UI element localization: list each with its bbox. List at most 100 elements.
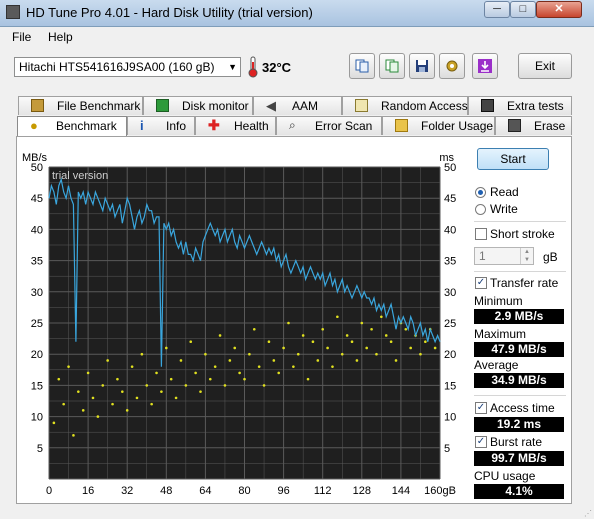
y-tick-label-right: 35: [444, 256, 456, 268]
close-button[interactable]: ✕: [536, 1, 582, 18]
access-time-point: [135, 396, 139, 400]
y-axis-left-label: MB/s: [22, 152, 48, 164]
maximum-label: Maximum: [474, 327, 527, 341]
drive-select[interactable]: Hitachi HTS541616J9SA00 (160 gB) ▼: [14, 57, 241, 77]
minimum-label: Minimum: [474, 294, 523, 308]
access-time-point: [121, 390, 124, 393]
access-time-point: [116, 377, 119, 381]
access-time-point: [375, 352, 378, 356]
short-stroke-value: 1: [479, 249, 486, 263]
x-tick-label: 128: [353, 485, 371, 497]
access-time-point: [67, 365, 70, 368]
save-button[interactable]: [409, 53, 435, 79]
y-tick-label-right: 10: [444, 412, 456, 424]
access-time-point: [91, 396, 95, 400]
toolbar: Hitachi HTS541616J9SA00 (160 gB) ▼ 32°C …: [0, 48, 594, 88]
x-tick-label: 80: [238, 485, 250, 497]
save-icon: [416, 60, 428, 72]
access-time-point: [389, 340, 393, 344]
tab-folder-usage[interactable]: Folder Usage: [382, 116, 495, 135]
access-time-point: [145, 384, 149, 387]
folder-icon: [395, 119, 408, 132]
average-value: 34.9 MB/s: [474, 373, 564, 388]
tab-aam[interactable]: ◀ AAM: [253, 96, 342, 115]
menu-help[interactable]: Help: [48, 30, 73, 44]
copy-info-icon: [385, 59, 399, 73]
access-time-point: [243, 377, 246, 381]
y-axis-right-label: ms: [439, 152, 454, 164]
access-time-point: [326, 346, 329, 350]
tab-health[interactable]: ✚ Health: [195, 116, 276, 135]
access-time-point: [101, 384, 105, 387]
x-tick-label: 96: [277, 485, 289, 497]
minimize-button[interactable]: ─: [484, 1, 510, 18]
maximize-button[interactable]: □: [510, 1, 536, 18]
stepper-arrows-icon[interactable]: ▲ ▼: [520, 248, 533, 264]
divider: [474, 395, 566, 396]
maximum-value: 47.9 MB/s: [474, 342, 564, 357]
y-tick-label-left: 15: [31, 380, 43, 392]
access-time-point: [394, 359, 398, 362]
access-time-point: [331, 365, 334, 368]
x-tick-label: 0: [46, 485, 52, 497]
y-tick-label-left: 10: [31, 412, 43, 424]
exit-button[interactable]: Exit: [518, 53, 572, 79]
y-tick-label-right: 30: [444, 287, 456, 299]
copy-text-button[interactable]: [349, 53, 375, 79]
transfer-rate-checkbox[interactable]: ✓: [475, 277, 487, 289]
options-button[interactable]: [439, 53, 465, 79]
access-time-checkbox[interactable]: ✓: [475, 402, 487, 414]
download-icon: [478, 59, 492, 73]
tab-file-benchmark[interactable]: File Benchmark: [18, 96, 143, 115]
title-bar[interactable]: HD Tune Pro 4.01 - Hard Disk Utility (tr…: [0, 0, 594, 27]
burst-rate-checkbox[interactable]: ✓: [475, 436, 487, 448]
menu-file[interactable]: File: [12, 30, 31, 44]
tab-erase[interactable]: Erase: [495, 116, 572, 135]
access-time-point: [380, 315, 383, 319]
burst-rate-value: 99.7 MB/s: [474, 451, 564, 466]
access-time-point: [111, 402, 114, 406]
access-time-point: [340, 352, 344, 356]
access-time-point: [301, 334, 305, 337]
tab-info[interactable]: i Info: [127, 116, 195, 135]
access-time-point: [292, 365, 295, 368]
y-tick-label-left: 5: [37, 443, 43, 455]
health-cross-icon: ✚: [208, 117, 220, 133]
tab-error-scan[interactable]: ⌕ Error Scan: [276, 116, 382, 135]
cpu-usage-label: CPU usage: [474, 469, 536, 483]
access-time-label: Access time: [490, 401, 555, 415]
copy-info-button[interactable]: [379, 53, 405, 79]
access-time-point: [233, 346, 237, 350]
tab-benchmark[interactable]: ● Benchmark: [17, 116, 127, 137]
tab-extra-tests[interactable]: Extra tests: [468, 96, 572, 115]
short-stroke-stepper[interactable]: 1 ▲ ▼: [474, 247, 534, 265]
access-time-point: [321, 327, 325, 331]
x-tick-label: 48: [160, 485, 172, 497]
read-radio[interactable]: [475, 187, 486, 198]
short-stroke-checkbox[interactable]: [475, 228, 487, 240]
access-time-point: [238, 371, 241, 375]
x-tick-label: 144: [392, 485, 410, 497]
access-time-point: [409, 346, 412, 350]
tab-random-access[interactable]: Random Access: [342, 96, 468, 115]
download-button[interactable]: [472, 53, 498, 79]
speaker-icon: ◀: [266, 98, 276, 113]
tab-disk-monitor[interactable]: Disk monitor: [143, 96, 253, 115]
minimum-value: 2.9 MB/s: [474, 309, 564, 324]
y-tick-label-right: 5: [444, 443, 450, 455]
y-tick-label-right: 20: [444, 349, 456, 361]
resize-grip-icon[interactable]: ⋰: [584, 509, 592, 518]
start-button[interactable]: Start: [477, 148, 549, 170]
app-icon: [6, 5, 20, 19]
access-time-point: [189, 340, 193, 344]
random-access-icon: [355, 99, 368, 112]
access-time-point: [106, 359, 109, 362]
write-radio[interactable]: [475, 204, 486, 215]
x-tick-label: 16: [82, 485, 94, 497]
access-time-point: [208, 377, 212, 381]
short-stroke-unit: gB: [543, 250, 558, 264]
y-tick-label-left: 45: [31, 193, 43, 205]
app-window: HD Tune Pro 4.01 - Hard Disk Utility (tr…: [0, 0, 594, 519]
average-label: Average: [474, 358, 519, 372]
access-time-point: [306, 377, 310, 381]
